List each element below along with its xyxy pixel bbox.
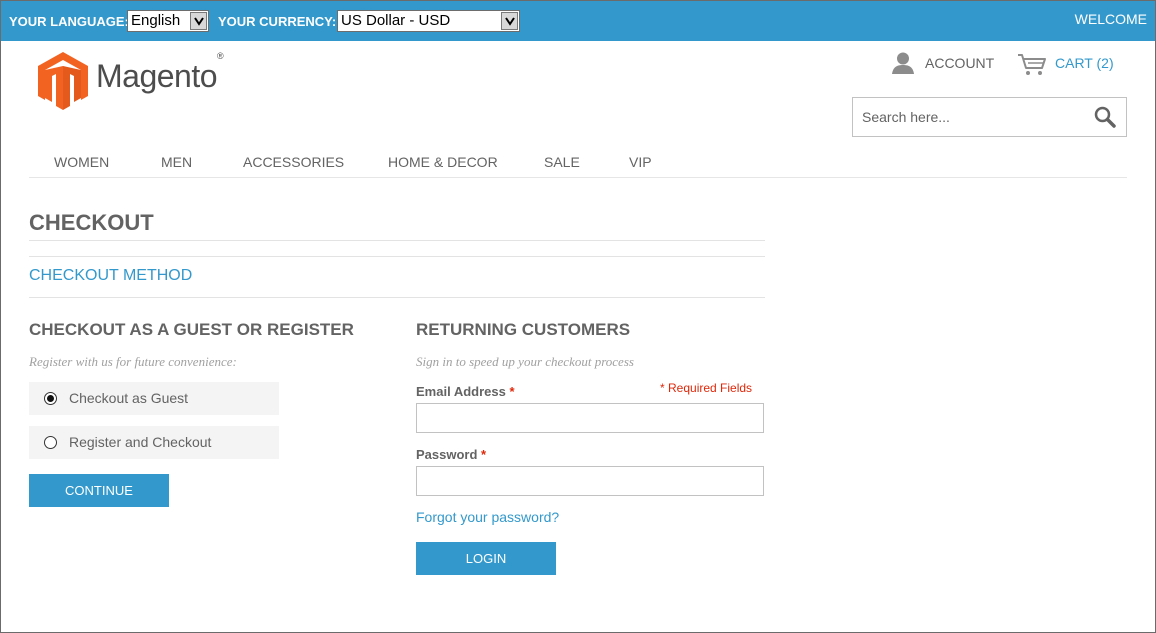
top-bar: YOUR LANGUAGE: English YOUR CURRENCY: US… <box>1 1 1155 41</box>
title-divider <box>29 240 765 241</box>
language-select-value: English <box>131 12 181 29</box>
returning-section-title: RETURNING CUSTOMERS <box>416 320 631 339</box>
radio-button[interactable] <box>44 436 57 449</box>
password-label-text: Password <box>416 447 478 462</box>
account-link[interactable]: ACCOUNT <box>925 55 994 71</box>
nav-item-home-decor[interactable]: HOME & DECOR <box>388 154 498 170</box>
forgot-password-link[interactable]: Forgot your password? <box>416 509 559 525</box>
magento-logo-icon[interactable] <box>38 52 88 115</box>
currency-select-value: US Dollar - USD <box>341 12 451 29</box>
currency-label: YOUR CURRENCY: <box>218 14 337 29</box>
search-icon[interactable] <box>1094 106 1116 133</box>
cart-link[interactable]: CART (2) <box>1055 55 1114 71</box>
required-mark: * <box>481 447 487 462</box>
guest-section-title: CHECKOUT AS A GUEST OR REGISTER <box>29 320 354 339</box>
returning-section-subtitle: Sign in to speed up your checkout proces… <box>416 354 634 369</box>
radio-button-selected[interactable] <box>44 392 57 405</box>
chevron-down-icon <box>501 12 518 30</box>
email-label: Email Address * <box>416 384 515 399</box>
step-divider-bottom <box>29 297 765 298</box>
radio-label[interactable]: Checkout as Guest <box>69 390 188 406</box>
nav-item-women[interactable]: WOMEN <box>54 154 109 170</box>
login-button[interactable]: LOGIN <box>416 542 556 575</box>
chevron-down-icon <box>190 12 207 30</box>
cart-icon[interactable] <box>1017 53 1047 81</box>
account-icon[interactable] <box>891 52 915 76</box>
email-field[interactable] <box>416 403 764 433</box>
nav-item-vip[interactable]: VIP <box>629 154 652 170</box>
required-mark: * <box>509 384 515 399</box>
language-label: YOUR LANGUAGE: <box>9 14 129 29</box>
nav-item-accessories[interactable]: ACCESSORIES <box>243 154 344 170</box>
required-fields-note: * Required Fields <box>660 381 753 395</box>
password-label: Password * <box>416 447 486 462</box>
radio-checkout-as-guest[interactable]: Checkout as Guest <box>29 382 279 415</box>
nav-item-men[interactable]: MEN <box>161 154 192 170</box>
nav-item-sale[interactable]: SALE <box>544 154 580 170</box>
step-divider-top <box>29 256 765 257</box>
logo-text[interactable]: Magento® <box>96 51 224 95</box>
main-navigation: WOMEN MEN ACCESSORIES HOME & DECOR SALE … <box>29 150 1127 178</box>
currency-select[interactable]: US Dollar - USD <box>337 10 520 32</box>
language-select[interactable]: English <box>127 10 209 32</box>
step-title-checkout-method[interactable]: CHECKOUT METHOD <box>29 267 192 285</box>
guest-section-subtitle: Register with us for future convenience: <box>29 354 237 369</box>
password-field[interactable] <box>416 466 764 496</box>
page-title: CHECKOUT <box>29 210 154 235</box>
continue-button[interactable]: CONTINUE <box>29 474 169 507</box>
email-label-text: Email Address <box>416 384 506 399</box>
search-placeholder: Search here... <box>862 109 950 125</box>
radio-register-and-checkout[interactable]: Register and Checkout <box>29 426 279 459</box>
search-input[interactable]: Search here... <box>852 97 1127 137</box>
registered-mark: ® <box>217 51 224 62</box>
logo-wordmark: Magento <box>96 58 218 94</box>
radio-label[interactable]: Register and Checkout <box>69 434 211 450</box>
welcome-message: WELCOME <box>1074 11 1147 27</box>
